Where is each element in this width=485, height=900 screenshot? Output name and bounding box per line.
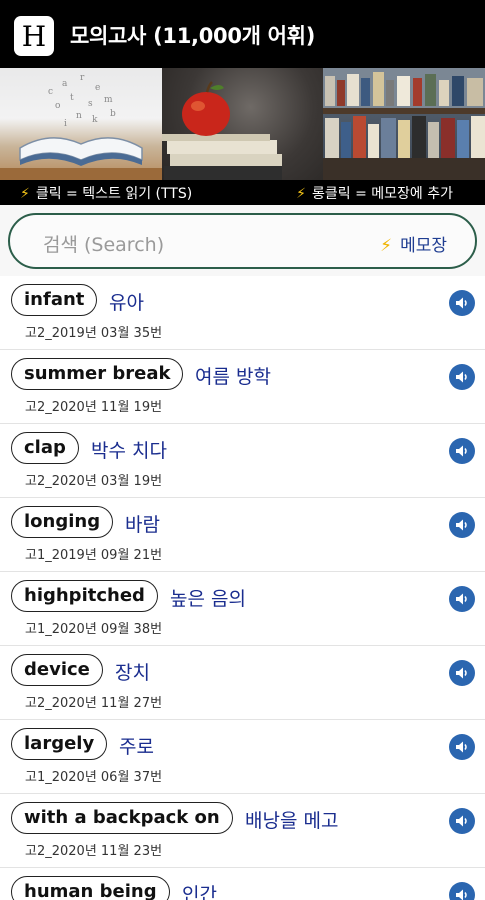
open-book-image: a re t s o m nk i b c [0,68,162,180]
speaker-icon[interactable] [449,882,475,900]
word-source: 고2_2020년 11월 27번 [25,696,163,711]
word-pill[interactable]: highpitched [11,580,158,612]
svg-text:c: c [48,87,53,97]
banner-caption: ⚡ 클릭 = 텍스트 읽기 (TTS) ⚡ 롱클릭 = 메모장에 추가 [0,180,485,205]
speaker-icon[interactable] [449,512,475,538]
word-meaning: 인간 [182,884,217,900]
word-meaning: 바람 [125,514,160,536]
bolt-icon: ⚡ [296,186,306,202]
word-meaning: 주로 [119,736,154,758]
svg-text:m: m [104,95,113,105]
app-logo: H [14,16,54,56]
search-area: 검색 (Search) ⚡ 메모장 [0,205,485,280]
svg-text:b: b [110,109,116,119]
list-item[interactable]: highpitched 높은 음의고1_2020년 09월 38번 [0,572,485,646]
word-meaning: 박수 치다 [91,440,167,462]
caption-memo: ⚡ 롱클릭 = 메모장에 추가 [296,183,453,203]
svg-text:t: t [70,93,74,103]
svg-text:n: n [76,111,82,121]
word-list: infant 유아고2_2019년 03월 35번 summer break 여름 방… [0,276,485,900]
list-item[interactable]: with a backpack on 배낭을 메고고2_2020년 11월 23번 [0,794,485,868]
list-item[interactable]: device 장치고2_2020년 11월 27번 [0,646,485,720]
word-pill[interactable]: summer break [11,358,184,390]
word-source: 고1_2020년 06월 37번 [25,770,163,785]
list-item[interactable]: longing 바람고1_2019년 09월 21번 [0,498,485,572]
word-source: 고2_2020년 11월 19번 [25,400,163,415]
bolt-icon: ⚡ [380,236,393,256]
list-item[interactable]: largely 주로고1_2020년 06월 37번 [0,720,485,794]
word-pill[interactable]: longing [11,506,114,538]
word-pill[interactable]: largely [11,728,108,760]
speaker-icon[interactable] [449,586,475,612]
search-placeholder: 검색 (Search) [43,234,165,256]
speaker-icon[interactable] [449,808,475,834]
speaker-icon[interactable] [449,734,475,760]
list-item[interactable]: human being 인간 [0,868,485,900]
word-pill[interactable]: clap [11,432,79,464]
caption-tts: ⚡ 클릭 = 텍스트 읽기 (TTS) [20,183,192,203]
bolt-icon: ⚡ [20,186,30,202]
caption-tts-text: 클릭 = 텍스트 읽기 (TTS) [35,186,193,202]
list-item[interactable]: summer break 여름 방학고2_2020년 11월 19번 [0,350,485,424]
word-pill[interactable]: device [11,654,103,686]
word-pill[interactable]: infant [11,284,98,316]
word-source: 고1_2020년 09월 38번 [25,622,163,637]
speaker-icon[interactable] [449,290,475,316]
svg-text:s: s [88,99,93,109]
bookshelf-image [323,68,485,180]
memo-button[interactable]: ⚡ 메모장 [380,231,447,256]
list-item[interactable]: infant 유아고2_2019년 03월 35번 [0,276,485,350]
speaker-icon[interactable] [449,364,475,390]
word-pill[interactable]: human being [11,876,170,900]
banner: a re t s o m nk i b c [0,68,485,180]
app-header: H 모의고사 (11,000개 어휘) [0,0,485,68]
word-meaning: 높은 음의 [170,588,246,610]
svg-text:r: r [80,73,85,83]
word-meaning: 장치 [115,662,150,684]
caption-memo-text: 롱클릭 = 메모장에 추가 [311,186,453,202]
word-source: 고2_2020년 03월 19번 [25,474,163,489]
apple-on-books-image [162,68,323,180]
svg-text:a: a [62,79,68,89]
search-input[interactable]: 검색 (Search) ⚡ 메모장 [8,213,477,269]
svg-text:o: o [55,101,60,111]
word-meaning: 배낭을 메고 [245,810,339,832]
svg-text:k: k [92,115,98,125]
word-source: 고2_2019년 03월 35번 [25,326,163,341]
speaker-icon[interactable] [449,660,475,686]
memo-label: 메모장 [400,236,447,256]
word-meaning: 유아 [109,292,144,314]
word-pill[interactable]: with a backpack on [11,802,233,834]
word-meaning: 여름 방학 [195,366,271,388]
list-item[interactable]: clap 박수 치다고2_2020년 03월 19번 [0,424,485,498]
svg-text:i: i [64,119,67,129]
svg-text:e: e [95,83,100,93]
word-source: 고1_2019년 09월 21번 [25,548,163,563]
app-title: 모의고사 (11,000개 어휘) [70,24,315,48]
word-source: 고2_2020년 11월 23번 [25,844,163,859]
speaker-icon[interactable] [449,438,475,464]
